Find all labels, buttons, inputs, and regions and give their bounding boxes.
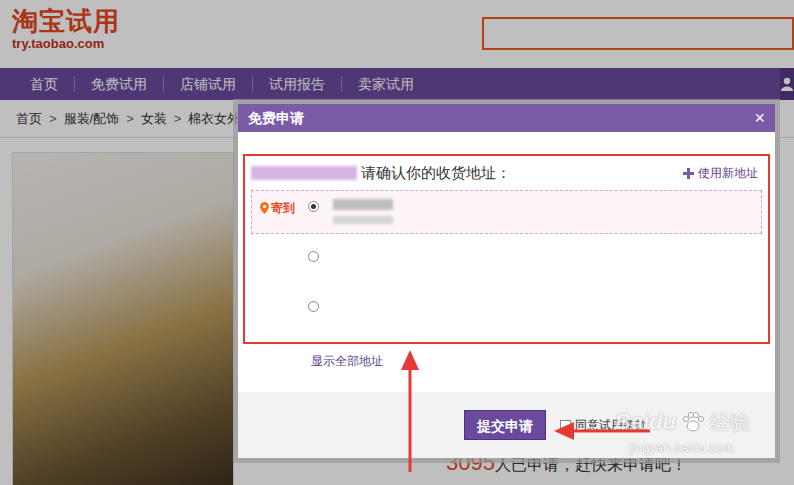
address-row[interactable] <box>251 290 762 334</box>
watermark-product: 经验 <box>710 407 750 437</box>
apply-dialog: 免费申请×请确认你的收货地址：使用新地址寄到显示全部地址提交申请同意试用条款 <box>233 99 780 463</box>
paw-icon <box>680 409 706 435</box>
address-section: 请确认你的收货地址： 使用新地址寄到 <box>243 154 770 344</box>
location-pin-icon <box>260 202 269 214</box>
watermark-url: jingyan.baidu.com <box>629 438 734 458</box>
username-blurred <box>251 166 357 180</box>
address-radio[interactable] <box>308 301 319 312</box>
address-row[interactable]: 寄到 <box>251 190 762 234</box>
dialog-title-bar: 免费申请 × <box>238 104 775 132</box>
address-blurred <box>333 199 393 210</box>
address-prompt: 请确认你的收货地址： <box>361 162 511 185</box>
address-radio[interactable] <box>308 201 319 212</box>
address-row[interactable] <box>251 240 762 284</box>
watermark: Baidu 经验jingyan.baidu.com <box>615 405 750 458</box>
close-button[interactable]: × <box>754 109 765 127</box>
ship-to-tag: 寄到 <box>271 199 295 217</box>
dialog-title: 免费申请 <box>248 108 304 129</box>
watermark-brand: Baidu <box>615 405 676 438</box>
new-address-link[interactable]: 使用新地址 <box>683 164 762 182</box>
address-blurred <box>333 216 393 224</box>
plus-icon <box>683 168 694 179</box>
address-radio[interactable] <box>308 251 319 262</box>
submit-button[interactable]: 提交申请 <box>464 410 546 440</box>
show-all-link[interactable]: 显示全部地址 <box>311 354 383 368</box>
new-address-text[interactable]: 使用新地址 <box>698 164 758 182</box>
